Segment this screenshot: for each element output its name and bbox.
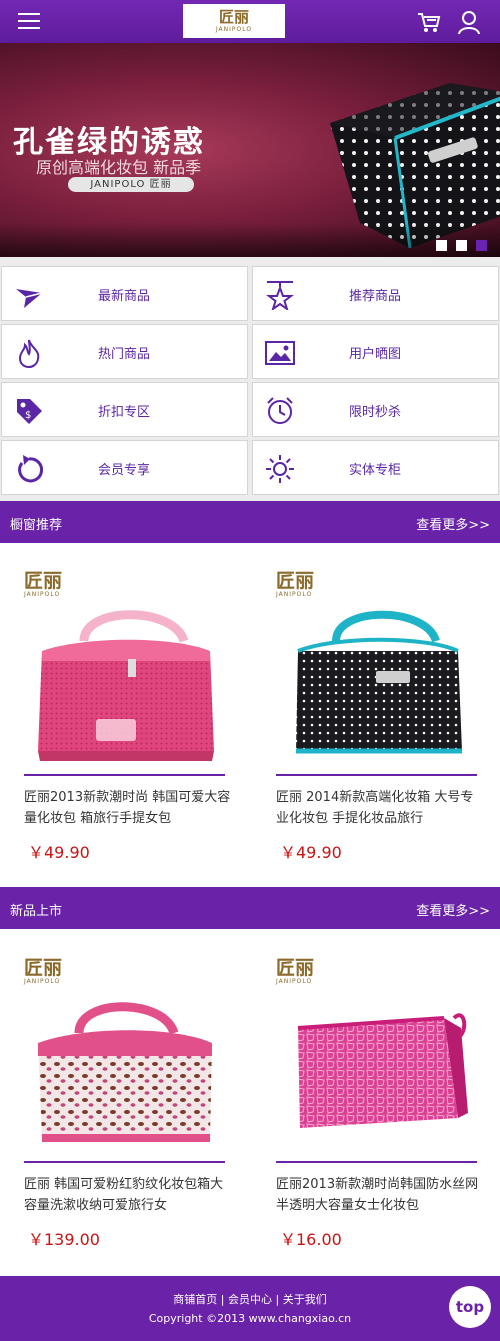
category-label: 实体专柜 [349,463,402,478]
category-members[interactable]: 会员专享 [1,440,248,495]
view-more-link[interactable]: 查看更多>> [416,514,490,533]
category-discount[interactable]: $ 折扣专区 [1,382,248,437]
product-list-new-arrivals: 匠丽 JANIPOLO 匠丽 韩国可爱粉红豹纹化妆包箱大容量洗漱收纳可爱旅行女 … [0,929,500,1276]
divider [276,1161,477,1163]
price-tag-icon: $ [17,399,42,424]
product-name: 匠丽 2014新款高端化妆箱 大号专业化妆包 手提化妆品旅行 [276,790,474,826]
copyright-text: Copyright ©2013 www.changxiao.cn [148,1312,352,1325]
product-name: 匠丽2013新款潮时尚韩国防水丝网半透明大容量女士化妆包 [276,1177,479,1213]
product-name: 匠丽 韩国可爱粉红豹纹化妆包箱大容量洗漱收纳可爱旅行女 [24,1177,224,1213]
category-label: 会员专享 [98,463,151,478]
banner-shade [0,223,500,257]
product-brand: 匠丽 JANIPOLO [276,958,314,985]
category-label: 最新商品 [98,289,151,304]
category-user-photos[interactable]: 用户晒图 [252,324,499,379]
logo-cn: 匠丽 [218,7,249,26]
mesh-cosmetic-bag-image [297,1013,468,1128]
product-list-featured: 匠丽 JANIPOLO 匠丽2013新款潮时尚 韩国可爱大容量化妆包 箱旅行手提… [0,543,500,887]
carousel-dot[interactable] [436,240,447,251]
divider [24,1161,225,1163]
product-brand: 匠丽 JANIPOLO [276,571,314,598]
footer: 商铺首页 | 会员中心 | 关于我们 Copyright ©2013 www.c… [0,1276,500,1341]
divider [24,774,225,776]
alarm-clock-icon [267,397,293,424]
product-price: ￥49.90 [280,843,342,862]
product-brand: 匠丽 JANIPOLO [24,958,62,985]
polka-dot-cosmetic-case-image [296,610,462,754]
banner-subtitle: 原创高端化妆包 新品季 [36,158,202,177]
image-icon [265,341,295,365]
carousel-indicators [436,240,487,251]
brand-cn: 匠丽 [24,957,63,979]
product-price: ￥49.90 [28,843,90,862]
view-more-link[interactable]: 查看更多>> [416,900,490,919]
leopard-cosmetic-case-image [38,1002,212,1142]
brand-cn: 匠丽 [24,570,63,592]
footer-links: 商铺首页 | 会员中心 | 关于我们 [0,1291,500,1307]
brand-en: JANIPOLO [24,591,61,598]
category-recommended[interactable]: 推荐商品 [252,266,499,321]
brand-cn: 匠丽 [276,957,315,979]
product-brand: 匠丽 JANIPOLO [24,571,62,598]
category-label: 限时秒杀 [349,405,402,420]
footer-link-home[interactable]: 商铺首页 [173,1293,217,1306]
star-icon [266,281,294,310]
category-hot[interactable]: 热门商品 [1,324,248,379]
section-header-new-arrivals: 新品上市 查看更多>> [0,887,500,929]
carousel-dot-active[interactable] [476,240,487,251]
category-stores[interactable]: 实体专柜 [252,440,499,495]
category-label: 热门商品 [98,347,151,362]
site-logo[interactable]: 匠丽 JANIPOLO [183,4,285,38]
menu-icon[interactable] [14,8,44,34]
category-label: 折扣专区 [98,405,151,420]
user-icon[interactable] [456,9,482,35]
carousel-dot[interactable] [456,240,467,251]
brand-cn: 匠丽 [276,570,315,592]
brand-en: JANIPOLO [276,978,313,985]
category-label: 用户晒图 [349,347,402,362]
product-price: ￥16.00 [280,1230,342,1249]
footer-separator: | [272,1293,283,1306]
refresh-icon [18,455,44,483]
footer-link-about[interactable]: 关于我们 [283,1293,327,1306]
brand-en: JANIPOLO [276,591,313,598]
section-title: 新品上市 [10,904,63,919]
paper-plane-icon [16,289,43,308]
pink-cosmetic-case-image [38,610,214,761]
section-header-featured: 橱窗推荐 查看更多>> [0,501,500,543]
back-to-top-button[interactable]: top [449,1286,491,1328]
svg-text:$: $ [25,410,31,421]
sun-icon [266,455,294,483]
category-newest[interactable]: 最新商品 [1,266,248,321]
footer-separator: | [217,1293,228,1306]
top-bar: 匠丽 JANIPOLO [0,0,500,43]
footer-link-member[interactable]: 会员中心 [228,1293,272,1306]
product-price: ￥139.00 [28,1230,100,1249]
category-label: 推荐商品 [349,289,402,304]
promo-banner[interactable]: 孔雀绿的诱惑 原创高端化妆包 新品季 JANIPOLO 匠丽 [0,43,500,257]
flame-icon [18,339,40,368]
section-title: 橱窗推荐 [10,518,63,533]
divider [276,774,477,776]
banner-brand-badge: JANIPOLO 匠丽 [68,177,194,192]
cart-icon[interactable] [416,9,442,35]
category-flash-sale[interactable]: 限时秒杀 [252,382,499,437]
brand-en: JANIPOLO [24,978,61,985]
logo-en: JANIPOLO [215,25,253,33]
product-name: 匠丽2013新款潮时尚 韩国可爱大容量化妆包 箱旅行手提女包 [24,790,231,826]
